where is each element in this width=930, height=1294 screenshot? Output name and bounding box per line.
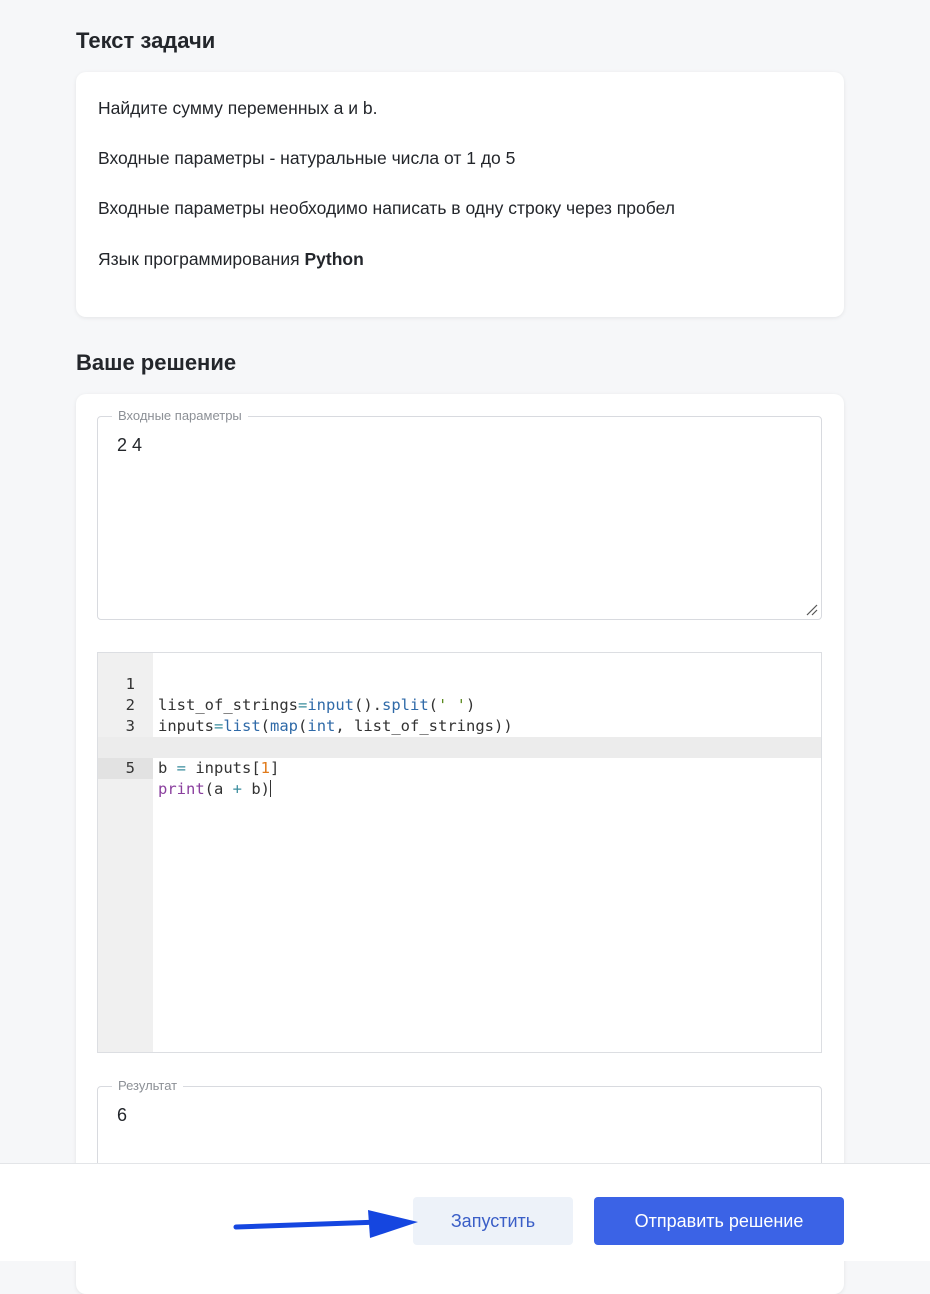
task-language-name: Python xyxy=(304,249,364,269)
code-line[interactable]: 3 a = inputs[0] xyxy=(98,695,821,756)
input-params-value[interactable]: 2 4 xyxy=(117,435,142,456)
text-cursor xyxy=(270,780,272,797)
arrow-right-icon xyxy=(233,1210,418,1238)
task-line-2: Входные параметры - натуральные числа от… xyxy=(98,148,516,168)
input-params-label: Входные параметры xyxy=(112,408,248,424)
task-language-prefix: Язык программирования xyxy=(98,249,305,269)
code-line[interactable]: 2 inputs=list(map(int, list_of_strings)) xyxy=(98,674,821,735)
submit-button[interactable]: Отправить решение xyxy=(594,1197,844,1245)
code-editor[interactable]: 1 list_of_strings=input().split(' ') 2 i… xyxy=(97,652,822,1053)
task-language-line: Язык программирования Python xyxy=(98,247,364,271)
solution-card: Входные параметры 2 4 1 list_of_strings=… xyxy=(76,394,844,1294)
code-line[interactable]: 4 b = inputs[1] xyxy=(98,716,821,777)
result-label: Результат xyxy=(112,1078,184,1094)
run-button[interactable]: Запустить xyxy=(413,1197,573,1245)
task-line-3: Входные параметры необходимо написать в … xyxy=(98,198,675,218)
input-params-field[interactable]: Входные параметры 2 4 xyxy=(97,408,822,620)
task-line-1: Найдите сумму переменных a и b. xyxy=(98,98,378,118)
code-text: print(a + b) xyxy=(158,780,272,798)
code-line[interactable]: 1 list_of_strings=input().split(' ') xyxy=(98,653,821,714)
solution-title: Ваше решение xyxy=(76,350,237,375)
action-footer: Запустить Отправить решение xyxy=(0,1163,930,1261)
line-number: 5 xyxy=(98,758,153,779)
code-line-active[interactable]: 5 print(a + b) xyxy=(98,737,821,798)
task-title: Текст задачи xyxy=(76,28,216,53)
task-card: Найдите сумму переменных a и b. Входные … xyxy=(76,72,844,317)
code-text: b = inputs[1] xyxy=(158,759,280,777)
result-value: 6 xyxy=(117,1105,128,1125)
resize-handle-icon[interactable] xyxy=(805,603,818,616)
